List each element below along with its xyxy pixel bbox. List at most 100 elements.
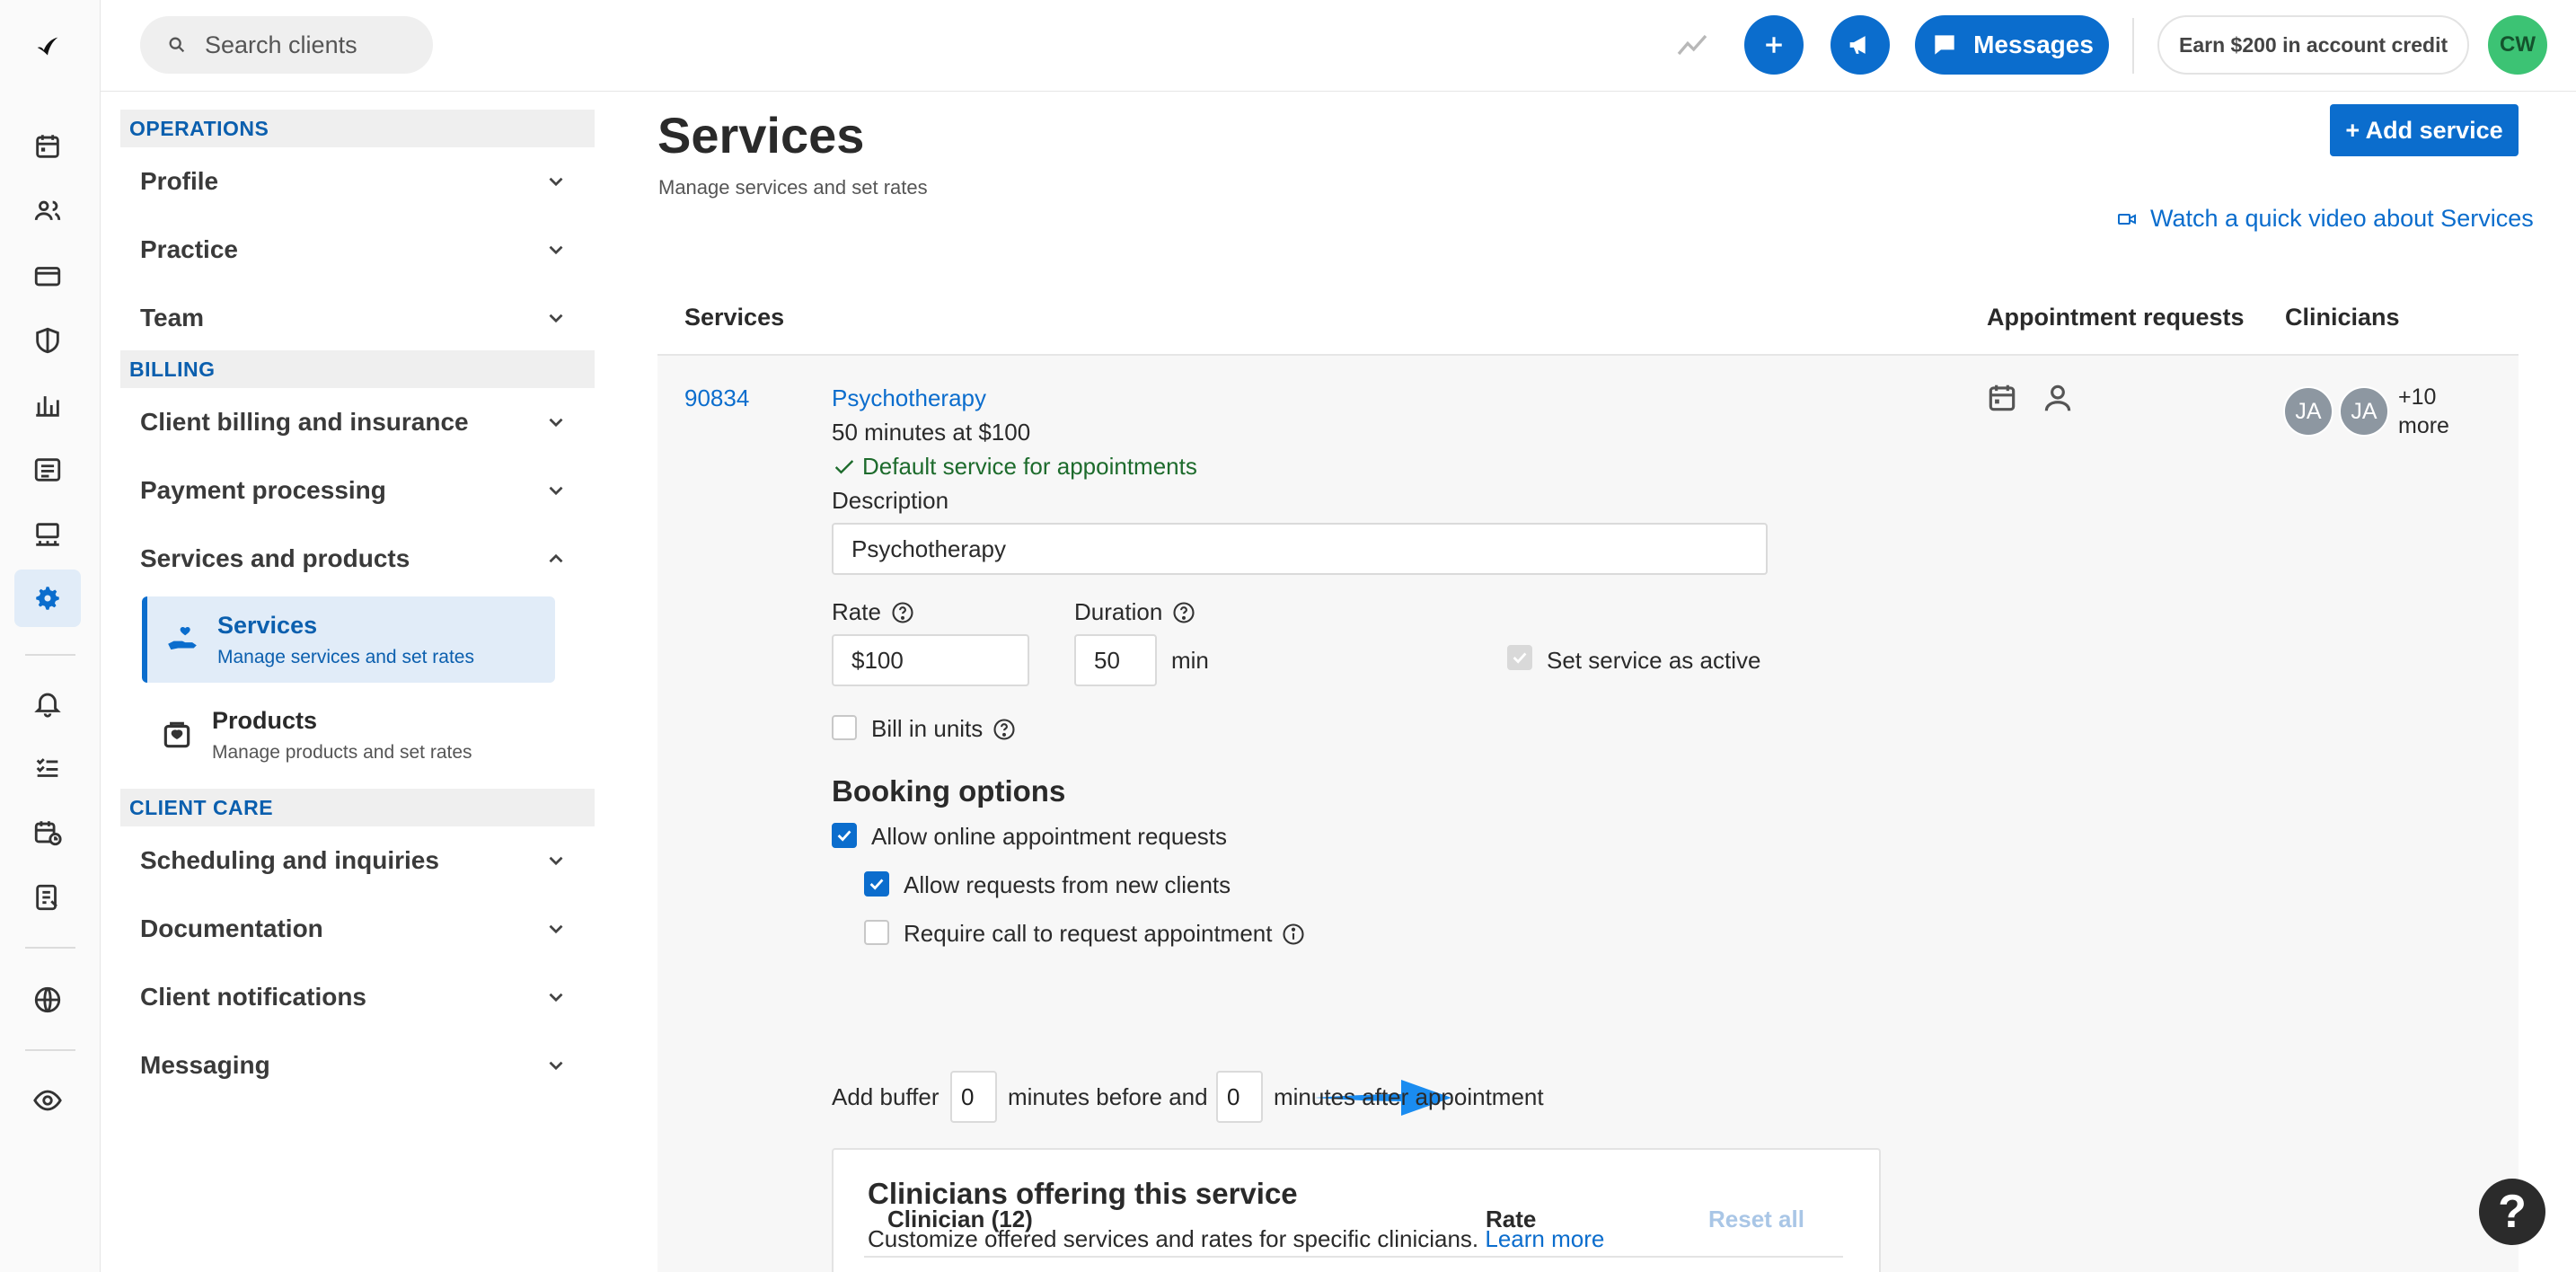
header-appointment-requests: Appointment requests — [1987, 304, 2245, 331]
set-active-checkbox[interactable] — [1507, 645, 1532, 670]
notes-icon[interactable] — [29, 879, 66, 916]
earn-credit-button[interactable]: Earn $200 in account credit — [2157, 15, 2470, 75]
rate-input[interactable]: $100 — [832, 634, 1029, 686]
section-client-care: CLIENT CARE — [120, 789, 595, 826]
analytics-icon[interactable] — [29, 386, 66, 424]
help-button[interactable]: ? — [2479, 1179, 2545, 1245]
logo-icon[interactable] — [29, 29, 66, 66]
chevron-down-icon — [549, 993, 563, 1003]
nav-practice[interactable]: Practice — [140, 223, 568, 277]
service-meta: 50 minutes at $100 — [832, 419, 1031, 446]
chevron-down-icon — [549, 314, 563, 323]
help-circle-icon[interactable] — [992, 717, 1017, 742]
checkmark-icon — [837, 830, 851, 842]
nav-payment-processing[interactable]: Payment processing — [140, 464, 568, 517]
clinicians-card-body: Clinician (12) Rate Reset all — [832, 1148, 1881, 1272]
nav-label: Documentation — [140, 914, 323, 942]
chat-bubble-icon — [1935, 35, 1954, 55]
announcements-button[interactable] — [1831, 15, 1890, 75]
marketplace-icon[interactable] — [29, 516, 66, 553]
nav-label: Practice — [140, 235, 238, 263]
page-subtitle: Manage services and set rates — [658, 176, 928, 199]
checkmark-icon — [834, 459, 854, 473]
bill-in-units-checkbox[interactable] — [832, 715, 857, 740]
description-input[interactable]: Psychotherapy — [832, 523, 1768, 575]
nav-scheduling[interactable]: Scheduling and inquiries — [140, 834, 568, 888]
add-button[interactable] — [1744, 15, 1804, 75]
nav-profile[interactable]: Profile — [140, 155, 568, 208]
card-table-divider — [864, 1256, 1843, 1258]
duration-input[interactable]: 50 — [1074, 634, 1157, 686]
allow-new-clients-checkbox[interactable] — [864, 871, 889, 897]
add-service-button[interactable]: + Add service — [2330, 104, 2519, 156]
trend-icon[interactable] — [1669, 15, 1716, 75]
sub-item-services[interactable]: Services Manage services and set rates — [142, 596, 555, 683]
clinician-avatar[interactable]: JA — [2339, 386, 2389, 437]
buffer-before-input[interactable]: 0 — [950, 1071, 997, 1123]
info-icon[interactable] — [1281, 922, 1306, 947]
clinicians-more[interactable]: +10 more — [2398, 383, 2479, 440]
calendar-clock-icon[interactable] — [29, 814, 66, 852]
sub-item-desc: Manage services and set rates — [217, 646, 474, 667]
col-clinician-header: Clinician (12) — [887, 1206, 1033, 1232]
calendar-icon — [1989, 384, 2016, 411]
nav-messaging[interactable]: Messaging — [140, 1038, 568, 1092]
rail-divider — [25, 1049, 75, 1051]
nav-documentation[interactable]: Documentation — [140, 902, 568, 956]
nav-team[interactable]: Team — [140, 291, 568, 345]
plus-icon — [1766, 37, 1782, 53]
nav-services-and-products[interactable]: Services and products — [140, 532, 568, 586]
search-input[interactable]: Search clients — [140, 16, 433, 74]
nav-label: Client billing and insurance — [140, 408, 469, 436]
bill-in-units-text: Bill in units — [871, 715, 984, 742]
nav-label: Payment processing — [140, 476, 386, 504]
avatar[interactable]: CW — [2488, 15, 2547, 75]
reset-all-button[interactable]: Reset all — [1708, 1206, 1804, 1233]
require-call-checkbox[interactable] — [864, 920, 889, 945]
page-title: Services — [657, 107, 865, 163]
buffer-after-input[interactable]: 0 — [1216, 1071, 1263, 1123]
globe-icon[interactable] — [29, 981, 66, 1019]
video-link-label: Watch a quick video about Services — [2150, 205, 2534, 232]
duration-unit: min — [1171, 647, 1209, 674]
help-circle-icon[interactable] — [1171, 600, 1196, 625]
shield-icon[interactable] — [29, 322, 66, 359]
buffer-suffix: minutes after appointment — [1274, 1083, 1544, 1110]
rate-label: Rate — [832, 598, 915, 626]
hand-heart-icon — [168, 626, 197, 650]
duration-label-text: Duration — [1074, 598, 1163, 625]
messages-button[interactable]: Messages — [1915, 15, 2109, 75]
chevron-down-icon — [549, 856, 563, 866]
clients-icon[interactable] — [29, 192, 66, 230]
service-code[interactable]: 90834 — [684, 384, 749, 412]
gear-icon[interactable] — [14, 570, 81, 627]
chevron-down-icon — [549, 924, 563, 934]
buffer-mid-text: minutes before and — [1008, 1083, 1208, 1110]
nav-label: Services and products — [140, 544, 410, 572]
tasks-icon[interactable] — [29, 749, 66, 787]
default-service-label: Default service for appointments — [862, 453, 1197, 480]
billing-card-icon[interactable] — [29, 257, 66, 295]
col-rate-header: Rate — [1486, 1206, 1537, 1232]
default-service-indicator: Default service for appointments — [832, 453, 1197, 481]
nav-label: Profile — [140, 167, 219, 195]
header-services: Services — [684, 304, 785, 331]
list-icon[interactable] — [29, 451, 66, 489]
allow-online-checkbox[interactable] — [832, 823, 857, 848]
nav-client-notifications[interactable]: Client notifications — [140, 970, 568, 1024]
clinician-avatar[interactable]: JA — [2283, 386, 2333, 437]
sub-item-title: Products — [212, 706, 318, 734]
nav-label: Messaging — [140, 1051, 270, 1079]
calendar-icon[interactable] — [29, 128, 66, 165]
help-circle-icon[interactable] — [890, 600, 915, 625]
nav-label: Client notifications — [140, 983, 366, 1011]
eye-icon[interactable] — [29, 1082, 66, 1119]
duration-label: Duration — [1074, 598, 1196, 626]
service-name-link[interactable]: Psychotherapy — [832, 384, 986, 412]
icon-rail — [0, 0, 101, 1272]
search-placeholder: Search clients — [205, 31, 357, 58]
bell-icon[interactable] — [29, 685, 66, 722]
nav-client-billing[interactable]: Client billing and insurance — [140, 395, 568, 449]
sub-item-products[interactable]: Products Manage products and set rates — [142, 692, 555, 778]
video-link[interactable]: Watch a quick video about Services — [2116, 205, 2534, 233]
